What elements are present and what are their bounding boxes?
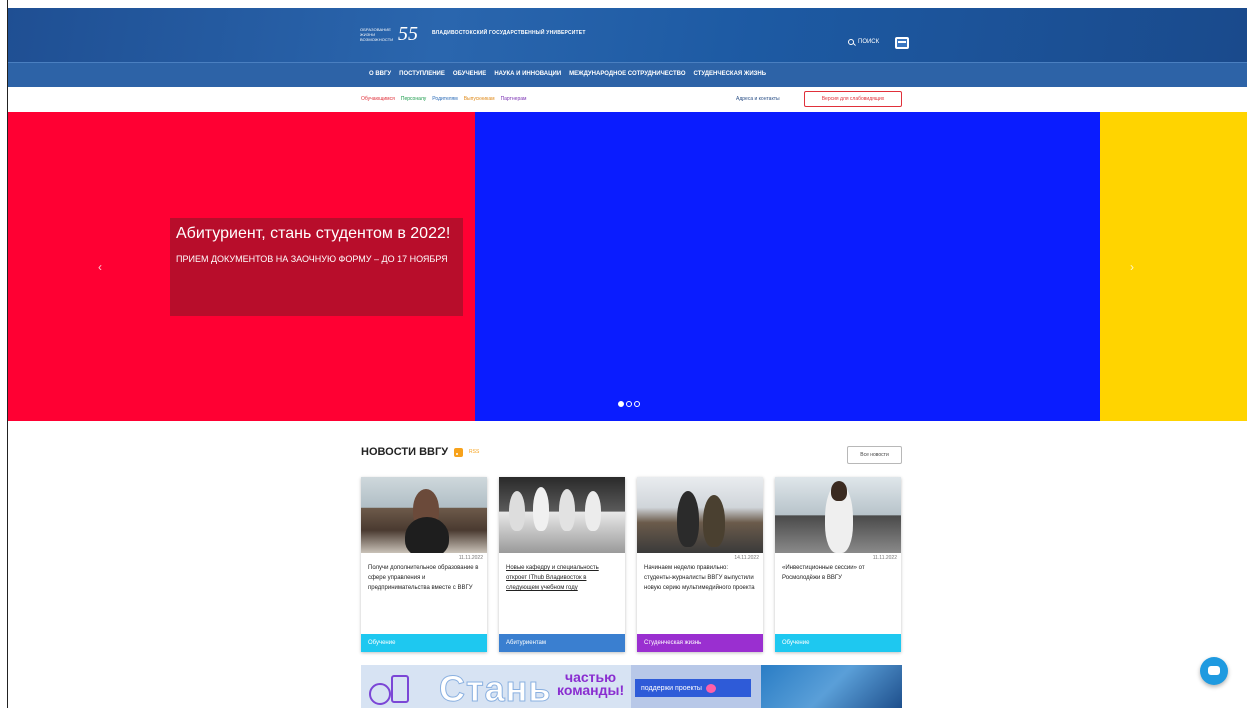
contacts-link[interactable]: Адреса и контакты bbox=[736, 96, 780, 102]
logo[interactable]: образование жизни возможности 55 bbox=[360, 24, 418, 44]
slide-title: Абитуриент, стань студентом в 2022! bbox=[176, 225, 451, 242]
coin-icon bbox=[369, 683, 391, 705]
nav-item-admission[interactable]: ПОСТУПЛЕНИЕ bbox=[399, 71, 445, 77]
audience-links: Обучающимся Персоналу Родителям Выпускни… bbox=[361, 96, 526, 102]
window-edge bbox=[0, 0, 8, 708]
photo-person bbox=[533, 487, 549, 531]
chevron-left-icon[interactable]: ‹ bbox=[98, 260, 102, 274]
banner-right bbox=[761, 665, 902, 708]
low-vision-button[interactable]: Версия для слабовидящих bbox=[804, 91, 902, 107]
search-icon bbox=[848, 39, 854, 45]
slide-yellow bbox=[1100, 112, 1247, 421]
banner-part-line-2: команды! bbox=[557, 682, 625, 698]
all-news-button[interactable]: Все новости bbox=[847, 446, 902, 464]
hero-slider: Абитуриент, стань студентом в 2022! ПРИЕ… bbox=[8, 112, 1247, 421]
nav-item-education[interactable]: ОБУЧЕНИЕ bbox=[453, 71, 486, 77]
link-graduates[interactable]: Выпускникам bbox=[464, 96, 495, 102]
sub-nav: Обучающимся Персоналу Родителям Выпускни… bbox=[8, 87, 1247, 112]
news-cards: 11.11.2022 Получи дополнительное образов… bbox=[361, 477, 901, 652]
support-projects-label: поддержи проекты bbox=[641, 684, 702, 692]
news-date: 11.11.2022 bbox=[458, 555, 483, 561]
rss-label[interactable]: RSS bbox=[469, 449, 479, 455]
slider-dot[interactable] bbox=[634, 401, 640, 407]
photo-person bbox=[677, 491, 699, 547]
news-card[interactable]: 11.11.2022 «Инвестиционные сессии» от Ро… bbox=[775, 477, 901, 652]
logo-tagline: образование жизни возможности bbox=[360, 26, 394, 42]
news-category[interactable]: Абитуриентам bbox=[499, 634, 625, 652]
link-parents[interactable]: Родителям bbox=[432, 96, 457, 102]
news-card[interactable]: Новые кафедру и специальность откроет IT… bbox=[499, 477, 625, 652]
coins-stack-icon bbox=[391, 675, 409, 703]
news-category[interactable]: Студенческая жизнь bbox=[637, 634, 763, 652]
news-image bbox=[637, 477, 763, 553]
promo-banner[interactable]: Стань частью команды! поддержи проекты bbox=[361, 665, 902, 708]
photo-person bbox=[559, 489, 575, 531]
main-nav: О ВВГУ ПОСТУПЛЕНИЕ ОБУЧЕНИЕ НАУКА И ИННО… bbox=[8, 62, 1247, 87]
link-partners[interactable]: Партнерам bbox=[501, 96, 527, 102]
news-date: 11.11.2022 bbox=[872, 555, 897, 561]
slide-subtitle: ПРИЕМ ДОКУМЕНТОВ НА ЗАОЧНУЮ ФОРМУ – ДО 1… bbox=[176, 254, 448, 264]
link-staff[interactable]: Персоналу bbox=[401, 96, 426, 102]
news-card[interactable]: 14.11.2022 Начинаем неделю правильно: ст… bbox=[637, 477, 763, 652]
photo-person-body bbox=[405, 517, 449, 553]
rss-icon[interactable] bbox=[454, 447, 464, 457]
photo-person-head bbox=[831, 481, 847, 501]
chat-icon[interactable] bbox=[1200, 657, 1228, 685]
link-students[interactable]: Обучающимся bbox=[361, 96, 395, 102]
slider-dot[interactable] bbox=[626, 401, 632, 407]
news-category[interactable]: Обучение bbox=[775, 634, 901, 652]
heart-icon bbox=[705, 683, 716, 693]
news-title: НОВОСТИ ВВГУ bbox=[361, 446, 449, 458]
news-image bbox=[361, 477, 487, 553]
news-text: Получи дополнительное образование в сфер… bbox=[368, 565, 479, 591]
banner-big-text: Стань bbox=[439, 668, 552, 708]
search-button[interactable]: ПОИСК bbox=[848, 39, 879, 45]
nav-item-student-life[interactable]: СТУДЕНЧЕСКАЯ ЖИЗНЬ bbox=[693, 71, 766, 77]
slider-dot[interactable] bbox=[618, 401, 624, 407]
chevron-right-icon[interactable]: › bbox=[1130, 260, 1134, 274]
logo-number: 55 bbox=[398, 23, 418, 45]
slide-blue bbox=[475, 112, 1100, 421]
news-category[interactable]: Обучение bbox=[361, 634, 487, 652]
university-name[interactable]: Владивостокский государственный универси… bbox=[432, 30, 586, 36]
slide-caption[interactable]: Абитуриент, стань студентом в 2022! ПРИЕ… bbox=[170, 218, 463, 316]
photo-person bbox=[509, 491, 525, 531]
page: образование жизни возможности 55 Владиво… bbox=[0, 0, 1247, 708]
photo-person bbox=[703, 495, 725, 547]
news-image bbox=[499, 477, 625, 553]
top-header: образование жизни возможности 55 Владиво… bbox=[8, 8, 1247, 62]
news-card[interactable]: 11.11.2022 Получи дополнительное образов… bbox=[361, 477, 487, 652]
banner-part-text: частью команды! bbox=[557, 670, 625, 698]
news-text: «Инвестиционные сессии» от Росмолодёжи в… bbox=[782, 565, 865, 581]
search-label: ПОИСК bbox=[858, 39, 880, 45]
nav-item-about[interactable]: О ВВГУ bbox=[369, 71, 391, 77]
slider-dots bbox=[618, 401, 640, 407]
accessibility-icon[interactable] bbox=[895, 37, 909, 49]
photo-person bbox=[585, 491, 601, 531]
news-text[interactable]: Новые кафедру и специальность откроет IT… bbox=[506, 563, 618, 593]
nav-item-science[interactable]: НАУКА И ИННОВАЦИИ bbox=[494, 71, 561, 77]
news-image bbox=[775, 477, 901, 553]
news-header: НОВОСТИ ВВГУ RSS bbox=[361, 446, 479, 458]
support-projects-button[interactable]: поддержи проекты bbox=[635, 679, 751, 697]
nav-item-international[interactable]: МЕЖДУНАРОДНОЕ СОТРУДНИЧЕСТВО bbox=[569, 71, 685, 77]
news-date: 14.11.2022 bbox=[734, 555, 759, 561]
news-text: Начинаем неделю правильно: студенты-журн… bbox=[644, 565, 755, 591]
